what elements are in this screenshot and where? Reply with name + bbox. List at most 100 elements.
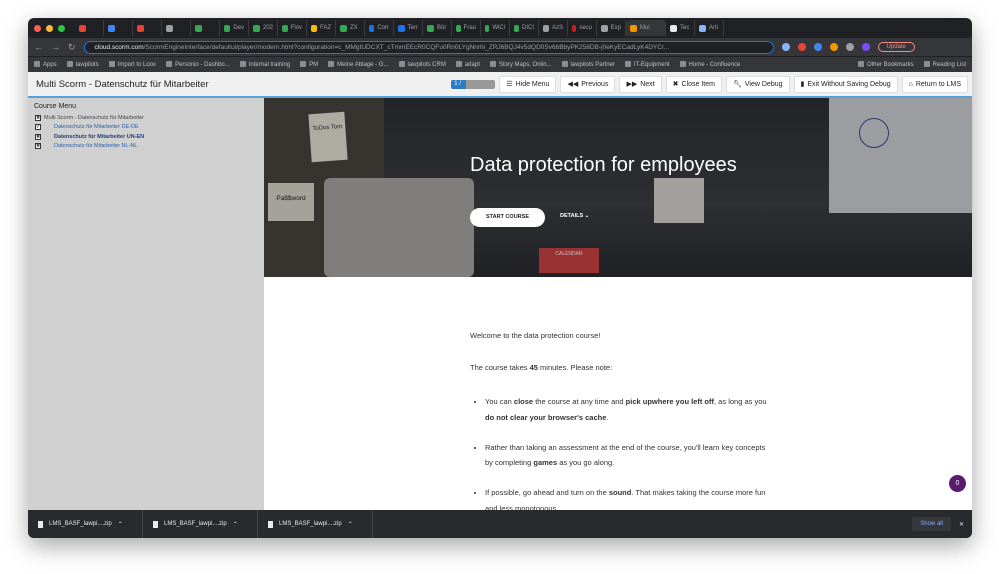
close-downloads-button[interactable]: ✕	[959, 521, 964, 528]
reload-icon[interactable]: ↻	[68, 42, 76, 53]
favicon-icon	[166, 24, 173, 32]
favicon-icon	[670, 24, 677, 32]
window-controls[interactable]	[34, 24, 65, 32]
browser-tab[interactable]: DICI	[510, 20, 539, 36]
rewind-icon: ◀◀	[567, 81, 579, 88]
favicon-icon	[485, 24, 490, 32]
browser-tab[interactable]: Frau	[452, 20, 481, 36]
update-button[interactable]: Update	[877, 42, 915, 52]
favicon-icon	[79, 24, 86, 32]
close-icon: ✖	[672, 81, 679, 88]
menu-item[interactable]: ✖ Datenschutz für Mitarbeiter NL-NL	[28, 142, 264, 152]
bookmark-item[interactable]: Home - Confluence	[680, 61, 741, 68]
back-icon[interactable]: ←	[34, 42, 43, 52]
browser-tab[interactable]: Corr	[365, 20, 394, 36]
bookmark-item[interactable]: Apps	[34, 61, 57, 68]
bookmark-item[interactable]: IT-Equipment	[625, 61, 670, 68]
browser-tab[interactable]: Mul	[626, 20, 666, 36]
downloads-bar: LMS_BASF_lawpi....zip ⌃ LMS_BASF_lawpi....…	[28, 510, 972, 538]
player-header: Multi Scorm - Datenschutz für Mitarbeite…	[28, 72, 972, 98]
course-content: ToDos Tom Pa$$word CALENDAR Data protect…	[264, 98, 972, 510]
course-intro: Welcome to the data protection course! T…	[264, 277, 972, 510]
chevron-up-icon[interactable]: ⌃	[348, 521, 353, 528]
download-item[interactable]: LMS_BASF_lawpi....zip ⌃	[143, 510, 258, 538]
browser-tab[interactable]: Dev	[220, 20, 249, 36]
return-to-lms-button[interactable]: ⌂ Return to LMS	[901, 75, 968, 93]
bookmark-item[interactable]: lawpilots	[67, 61, 99, 68]
extension-icon[interactable]	[829, 43, 838, 51]
extension-icon[interactable]	[781, 43, 790, 51]
chevron-up-icon[interactable]: ⌃	[118, 521, 123, 528]
file-icon	[268, 520, 273, 528]
next-button[interactable]: ▶▶ Next	[619, 75, 662, 93]
bookmark-item[interactable]: lawpilots CRM	[399, 61, 446, 68]
tab-strip: Dev 202 Flov FAZ ZX Corr Terr Bör Frau WiCl DICI Az…	[28, 18, 972, 38]
browser-tab[interactable]	[191, 20, 220, 36]
menu-item[interactable]: ✔ Datenschutz für Mitarbeiter DE-DE	[28, 123, 264, 133]
bookmark-item[interactable]: Story Maps, Onlin...	[490, 61, 552, 68]
bookmarks-bar: Apps lawpilots Import to Loox Personio - Da…	[28, 56, 972, 72]
hide-menu-button[interactable]: ☰ Hide Menu	[499, 75, 557, 93]
profile-avatar[interactable]	[861, 43, 870, 51]
browser-tab[interactable]: Bör	[423, 20, 452, 36]
browser-tab[interactable]	[104, 20, 133, 36]
list-item: Rather than taking an assessment at the …	[485, 440, 770, 472]
menu-item[interactable]: ✖ Multi Scorm - Datenschutz für Mitarbeit…	[28, 113, 264, 123]
favicon-icon	[514, 24, 519, 32]
details-toggle[interactable]: DETAILS ⌄	[560, 213, 589, 219]
browser-tab[interactable]: Exp	[597, 20, 626, 36]
favicon-icon	[601, 24, 608, 32]
view-debug-button[interactable]: 🔧︎ View Debug	[725, 75, 790, 93]
close-item-button[interactable]: ✖ Close Item	[665, 75, 722, 93]
browser-tab[interactable]: ZX	[336, 20, 365, 36]
list-item: If possible, go ahead and turn on the so…	[485, 485, 770, 510]
reading-list[interactable]: Reading List	[924, 61, 966, 68]
wrench-icon: 🔧︎	[732, 81, 742, 88]
favicon-icon	[282, 24, 288, 32]
chevron-down-icon: ⌄	[584, 213, 590, 219]
chevron-up-icon[interactable]: ⌃	[233, 521, 238, 528]
forward-icon: ▶▶	[626, 81, 638, 88]
browser-tab[interactable]: FAZ	[307, 20, 336, 36]
bookmark-item[interactable]: Internal training	[240, 61, 290, 68]
status-icon: ✖	[35, 133, 41, 140]
browser-tab[interactable]: Terr	[394, 20, 423, 36]
bookmark-item[interactable]: adapt	[456, 61, 480, 68]
status-icon: ✖	[35, 114, 41, 121]
menu-icon: ☰	[506, 81, 513, 88]
browser-tab[interactable]: 202	[249, 20, 278, 36]
download-item[interactable]: LMS_BASF_lawpi....zip ⌃	[28, 510, 143, 538]
bookmark-item[interactable]: Import to Loox	[109, 61, 156, 68]
browser-tab[interactable]: secu	[568, 20, 597, 36]
favicon-icon	[369, 24, 375, 32]
bookmark-item[interactable]: PM	[300, 61, 318, 68]
bookmark-item[interactable]: lawpilots Partner	[562, 61, 615, 68]
list-item: You can close the course at any time and…	[485, 394, 770, 426]
start-course-button[interactable]: START COURSE	[470, 208, 545, 227]
notification-badge[interactable]: 0	[949, 475, 966, 492]
browser-tab[interactable]	[162, 20, 191, 36]
previous-button[interactable]: ◀◀ Previous	[560, 75, 616, 93]
browser-tab[interactable]	[75, 20, 104, 36]
menu-item[interactable]: ✖ Datenschutz für Mitarbeiter UN-EN	[28, 132, 264, 142]
bookmark-item[interactable]: Meine Ablage - G...	[328, 61, 388, 68]
favicon-icon	[340, 24, 347, 32]
show-all-button[interactable]: Show all	[912, 517, 951, 531]
other-bookmarks[interactable]: Other Bookmarks	[858, 61, 914, 68]
extension-icon[interactable]	[797, 43, 806, 51]
exit-without-saving-button[interactable]: ▮ Exit Without Saving Debug	[793, 75, 898, 93]
browser-tab[interactable]: Flov	[278, 20, 307, 36]
extension-icon[interactable]	[813, 43, 822, 51]
bookmark-item[interactable]: Personio - Dashbo...	[166, 61, 230, 68]
url-input[interactable]: cloud.scorm.com/ScormEngineInterface/def…	[83, 40, 774, 54]
browser-tab[interactable]: AzS	[539, 20, 568, 36]
extension-icon[interactable]	[845, 43, 854, 51]
browser-tab[interactable]: Arti	[695, 20, 724, 36]
browser-tab[interactable]	[133, 20, 162, 36]
favicon-icon	[398, 24, 405, 32]
forward-icon[interactable]: →	[51, 42, 60, 52]
browser-tab[interactable]: WiCl	[481, 20, 510, 36]
browser-tab[interactable]: Tec	[666, 20, 695, 36]
status-icon: ✖	[35, 143, 41, 150]
download-item[interactable]: LMS_BASF_lawpi....zip ⌃	[258, 510, 373, 538]
